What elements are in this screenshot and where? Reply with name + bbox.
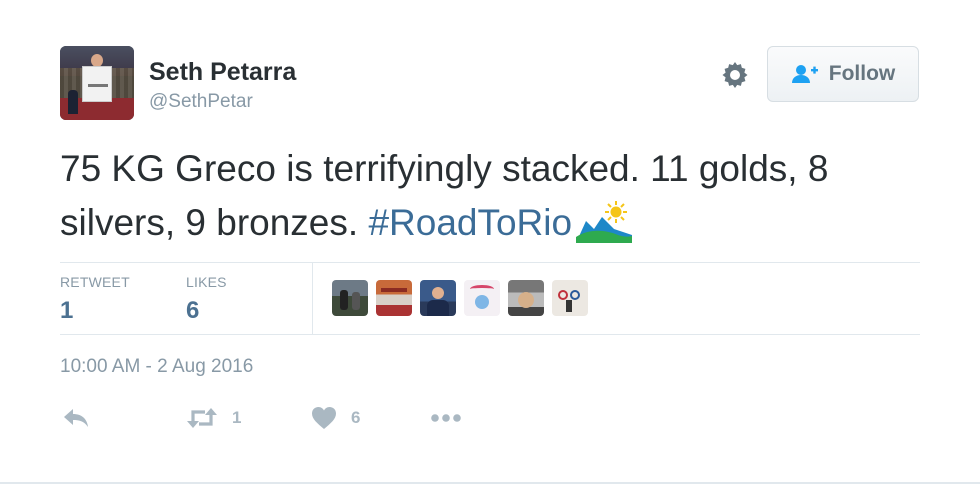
- divider-top: [60, 262, 920, 263]
- divider-bottom: [60, 334, 920, 335]
- more-dots-icon: [430, 413, 462, 423]
- retweet-action-count: 1: [232, 408, 242, 427]
- tweet-timestamp[interactable]: 10:00 AM - 2 Aug 2016: [60, 356, 253, 378]
- liker-avatar[interactable]: [332, 280, 368, 316]
- heart-icon: [311, 406, 337, 430]
- reply-icon: [62, 406, 90, 430]
- retweet-icon: [186, 406, 218, 430]
- hashtag-link[interactable]: #RoadToRio: [368, 202, 572, 243]
- tweet-card: Seth Petarra @SethPetar Follow 75 KG Gre…: [0, 0, 980, 484]
- liker-avatar[interactable]: [464, 280, 500, 316]
- like-action-count: 6: [351, 408, 361, 427]
- like-button[interactable]: 6: [311, 402, 360, 434]
- follow-label: Follow: [828, 62, 896, 85]
- stats-divider: [312, 262, 313, 334]
- tweet-text: 75 KG Greco is terrifyingly stacked. 11 …: [60, 142, 940, 250]
- retweet-stat-label: RETWEET: [60, 274, 130, 290]
- follow-button[interactable]: Follow: [767, 46, 919, 102]
- author-handle[interactable]: @SethPetar: [149, 91, 253, 113]
- retweet-stat-count[interactable]: 1: [60, 297, 73, 325]
- liker-avatar[interactable]: [552, 280, 588, 316]
- liker-avatar[interactable]: [508, 280, 544, 316]
- liker-avatar[interactable]: [420, 280, 456, 316]
- add-user-icon: [791, 63, 819, 85]
- liker-avatar[interactable]: [376, 280, 412, 316]
- more-button[interactable]: [430, 402, 462, 434]
- author-avatar[interactable]: [60, 46, 134, 120]
- retweet-button[interactable]: 1: [186, 402, 241, 434]
- rio-mountains-sun-icon: [576, 199, 633, 243]
- liker-avatars: [332, 280, 588, 316]
- likes-stat-label: LIKES: [186, 274, 227, 290]
- likes-stat-count[interactable]: 6: [186, 297, 199, 325]
- reply-button[interactable]: [62, 402, 90, 434]
- author-name[interactable]: Seth Petarra: [149, 58, 296, 87]
- gear-icon[interactable]: [719, 59, 751, 91]
